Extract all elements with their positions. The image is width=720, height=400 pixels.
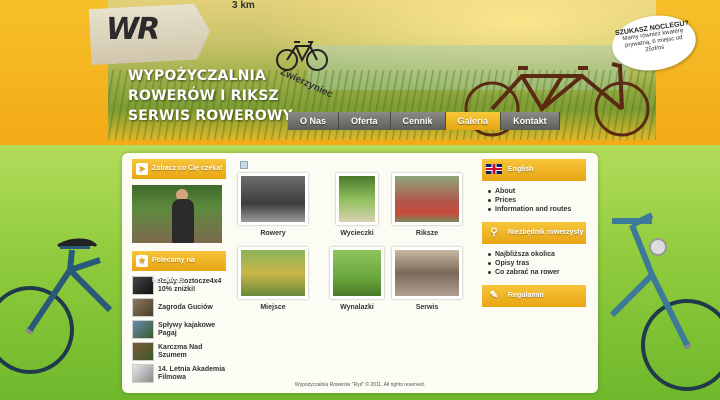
title-line-1: Wypożyczalnia — [128, 68, 267, 84]
guide-links: Najbliższa okolica Opisy tras Co zabrać … — [488, 250, 586, 277]
recommend-label: Karczma Nad Szumem — [158, 343, 203, 359]
gallery-caption: Wynalazki — [340, 304, 374, 311]
title-line-2: Rowerów i Riksz — [128, 88, 279, 104]
star-icon: ★ — [136, 255, 148, 267]
edit-icon: ✎ — [489, 290, 499, 301]
gallery-item-miejsce[interactable]: Miejsce — [238, 247, 308, 311]
gallery-image — [392, 247, 462, 299]
title-line-3: Serwis Rowerowy — [128, 108, 293, 124]
site-title: Wypożyczalnia Rowerów i Riksz Serwis Row… — [128, 66, 293, 126]
link-information-routes[interactable]: Information and routes — [488, 205, 586, 214]
content-panel: ➤ Zobacz co Cię czeka! ★ Polecamy na Roz… — [122, 153, 598, 393]
gallery-item-rowery[interactable]: Rowery — [238, 173, 308, 237]
karczma-thumb — [132, 342, 154, 361]
link-about[interactable]: About — [488, 187, 586, 196]
gallery-caption: Miejsce — [260, 304, 286, 311]
uk-flag-icon — [486, 164, 502, 174]
zagroda-thumb — [132, 298, 154, 317]
english-title: English — [508, 166, 534, 173]
gallery-caption: Rowery — [260, 230, 286, 237]
gallery-caption: Wycieczki — [340, 230, 374, 237]
left-bicycle-image — [0, 238, 113, 374]
footer-copyright: Wypożyczalnia Rowerów "Ryś" © 2011. All … — [294, 382, 426, 388]
gallery-image — [238, 173, 308, 225]
header: WR 3 km Zwierzyniec Wypożyczalnia Roweró… — [0, 0, 720, 145]
english-links: About Prices Information and routes — [488, 187, 586, 214]
teaser-photo[interactable] — [132, 185, 222, 243]
splywy-thumb — [132, 320, 154, 339]
logo[interactable]: WR — [106, 12, 160, 47]
link-co-zabrac[interactable]: Co zabrać na rower — [488, 268, 586, 277]
main-nav: O Nas Oferta Cennik Galeria Kontakt — [288, 112, 560, 130]
recommend-header: ★ Polecamy na Roztoczu — [132, 251, 226, 284]
left-column: ➤ Zobacz co Cię czeka! ★ Polecamy na Roz… — [132, 159, 226, 385]
right-bicycle-image — [609, 212, 720, 391]
gallery-item-serwis[interactable]: Serwis — [392, 247, 462, 311]
teaser-header: ➤ Zobacz co Cię czeka! — [132, 159, 226, 179]
nav-galeria[interactable]: Galeria — [445, 112, 502, 130]
recommend-item-karczma[interactable]: Karczma Nad Szumem — [132, 341, 226, 362]
recommend-item-zagroda[interactable]: Zagroda Guciów — [132, 297, 226, 318]
nav-cennik[interactable]: Cennik — [390, 112, 446, 130]
link-opisy-tras[interactable]: Opisy tras — [488, 259, 586, 268]
gallery-caption: Serwis — [415, 304, 439, 311]
gallery-caption: Riksze — [415, 230, 439, 237]
link-prices[interactable]: Prices — [488, 196, 586, 205]
distance-sign: 3 km — [232, 0, 255, 11]
gallery-image — [330, 247, 384, 299]
arrow-icon: ➤ — [136, 163, 148, 175]
nav-o-nas[interactable]: O Nas — [288, 112, 340, 130]
recommend-label: Zagroda Guciów — [158, 303, 213, 311]
rider-body — [172, 199, 194, 243]
rajdy-logo-thumb — [132, 276, 154, 295]
image-icon — [240, 161, 248, 169]
rules-header[interactable]: ✎ Regulamin — [482, 285, 586, 307]
gallery-image — [336, 173, 378, 225]
gallery-item-wynalazki[interactable]: Wynalazki — [322, 247, 392, 311]
gallery-item-wycieczki[interactable]: Wycieczki — [322, 173, 392, 237]
recommend-list: Rajdy Roztocze4x4 10% zniżki! Zagroda Gu… — [132, 275, 226, 384]
nav-oferta[interactable]: Oferta — [339, 112, 391, 130]
english-header[interactable]: English — [482, 159, 586, 181]
gallery-image — [392, 173, 462, 225]
right-column: English About Prices Information and rou… — [482, 159, 586, 307]
nav-kontakt[interactable]: Kontakt — [501, 112, 560, 130]
recommend-label: Spływy kajakowe Pagaj — [158, 321, 216, 337]
recommend-item-splywy[interactable]: Spływy kajakowe Pagaj — [132, 319, 226, 340]
akademia-thumb — [132, 364, 154, 383]
bicycle-small-icon: ⚲ — [490, 227, 498, 238]
teaser-title: Zobacz co Cię czeka! — [152, 165, 223, 172]
recommend-item-akademia[interactable]: 14. Letnia Akademia Filmowa — [132, 363, 226, 384]
gallery-image — [238, 247, 308, 299]
rules-title: Regulamin — [508, 292, 544, 299]
guide-header: ⚲ Niezbędnik rowerzysty — [482, 222, 586, 244]
recommend-label: 14. Letnia Akademia Filmowa — [158, 365, 226, 381]
gallery-item-riksze[interactable]: Riksze — [392, 173, 462, 237]
link-okolica[interactable]: Najbliższa okolica — [488, 250, 586, 259]
guide-title: Niezbędnik rowerzysty — [508, 229, 584, 236]
